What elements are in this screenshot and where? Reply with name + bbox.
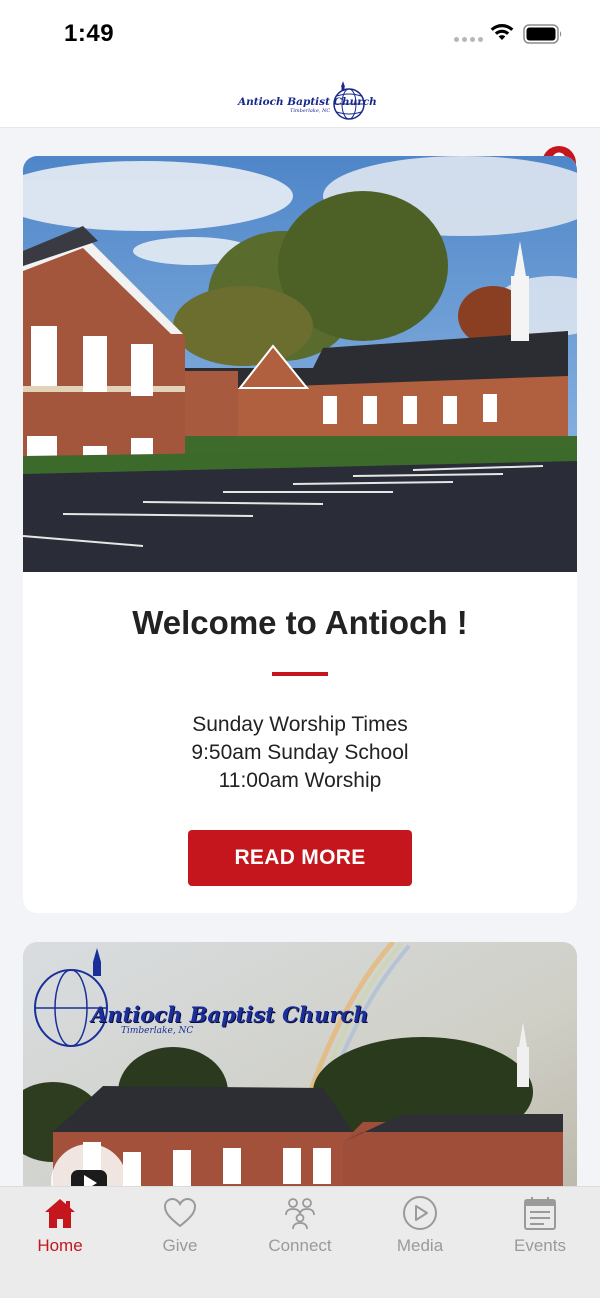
tab-label-connect: Connect	[268, 1236, 332, 1255]
tab-label-home: Home	[37, 1236, 83, 1255]
tab-events[interactable]: Events	[480, 1187, 600, 1267]
worship-time: 11:00am Worship	[218, 769, 382, 792]
tab-label-events: Events	[514, 1236, 566, 1255]
heart-icon	[163, 1197, 197, 1228]
calendar-icon	[524, 1197, 556, 1230]
worship-times: Sunday Worship Times 9:50am Sunday Schoo…	[23, 711, 577, 795]
tab-give[interactable]: Give	[120, 1187, 240, 1267]
church-logo[interactable]: Antioch Baptist Church Timberlake, NC	[238, 74, 377, 120]
church-photo	[23, 156, 577, 572]
battery-icon	[523, 24, 562, 44]
logo-text: Antioch Baptist Church	[238, 96, 377, 108]
tab-home[interactable]: Home	[0, 1187, 120, 1267]
read-more-button[interactable]: READ MORE	[188, 830, 412, 886]
title-divider	[272, 672, 328, 676]
app-header: Antioch Baptist Church Timberlake, NC	[0, 64, 600, 180]
status-bar: 1:49	[0, 0, 600, 64]
card-logo-subtext: Timberlake, NC	[121, 1026, 194, 1036]
card-logo-text: Antioch Baptist Church	[91, 1002, 369, 1027]
welcome-title: Welcome to Antioch !	[132, 604, 468, 641]
logo-subtext: Timberlake, NC	[290, 108, 331, 114]
sunday-school-time: 9:50am Sunday School	[191, 741, 409, 764]
home-icon	[45, 1199, 75, 1228]
people-icon	[285, 1198, 315, 1230]
play-circle-icon	[403, 1196, 437, 1230]
tab-bar: Home Give Connect Media Events	[0, 1186, 600, 1298]
status-time: 1:49	[64, 20, 115, 47]
tab-label-give: Give	[162, 1236, 198, 1255]
cellular-signal-icon	[454, 37, 483, 42]
wifi-icon	[490, 24, 514, 40]
welcome-card: Welcome to Antioch ! Sunday Worship Time…	[23, 156, 577, 913]
times-heading: Sunday Worship Times	[192, 713, 408, 736]
tab-label-media: Media	[396, 1236, 444, 1255]
tab-connect[interactable]: Connect	[240, 1187, 360, 1267]
tab-media[interactable]: Media	[360, 1187, 480, 1267]
